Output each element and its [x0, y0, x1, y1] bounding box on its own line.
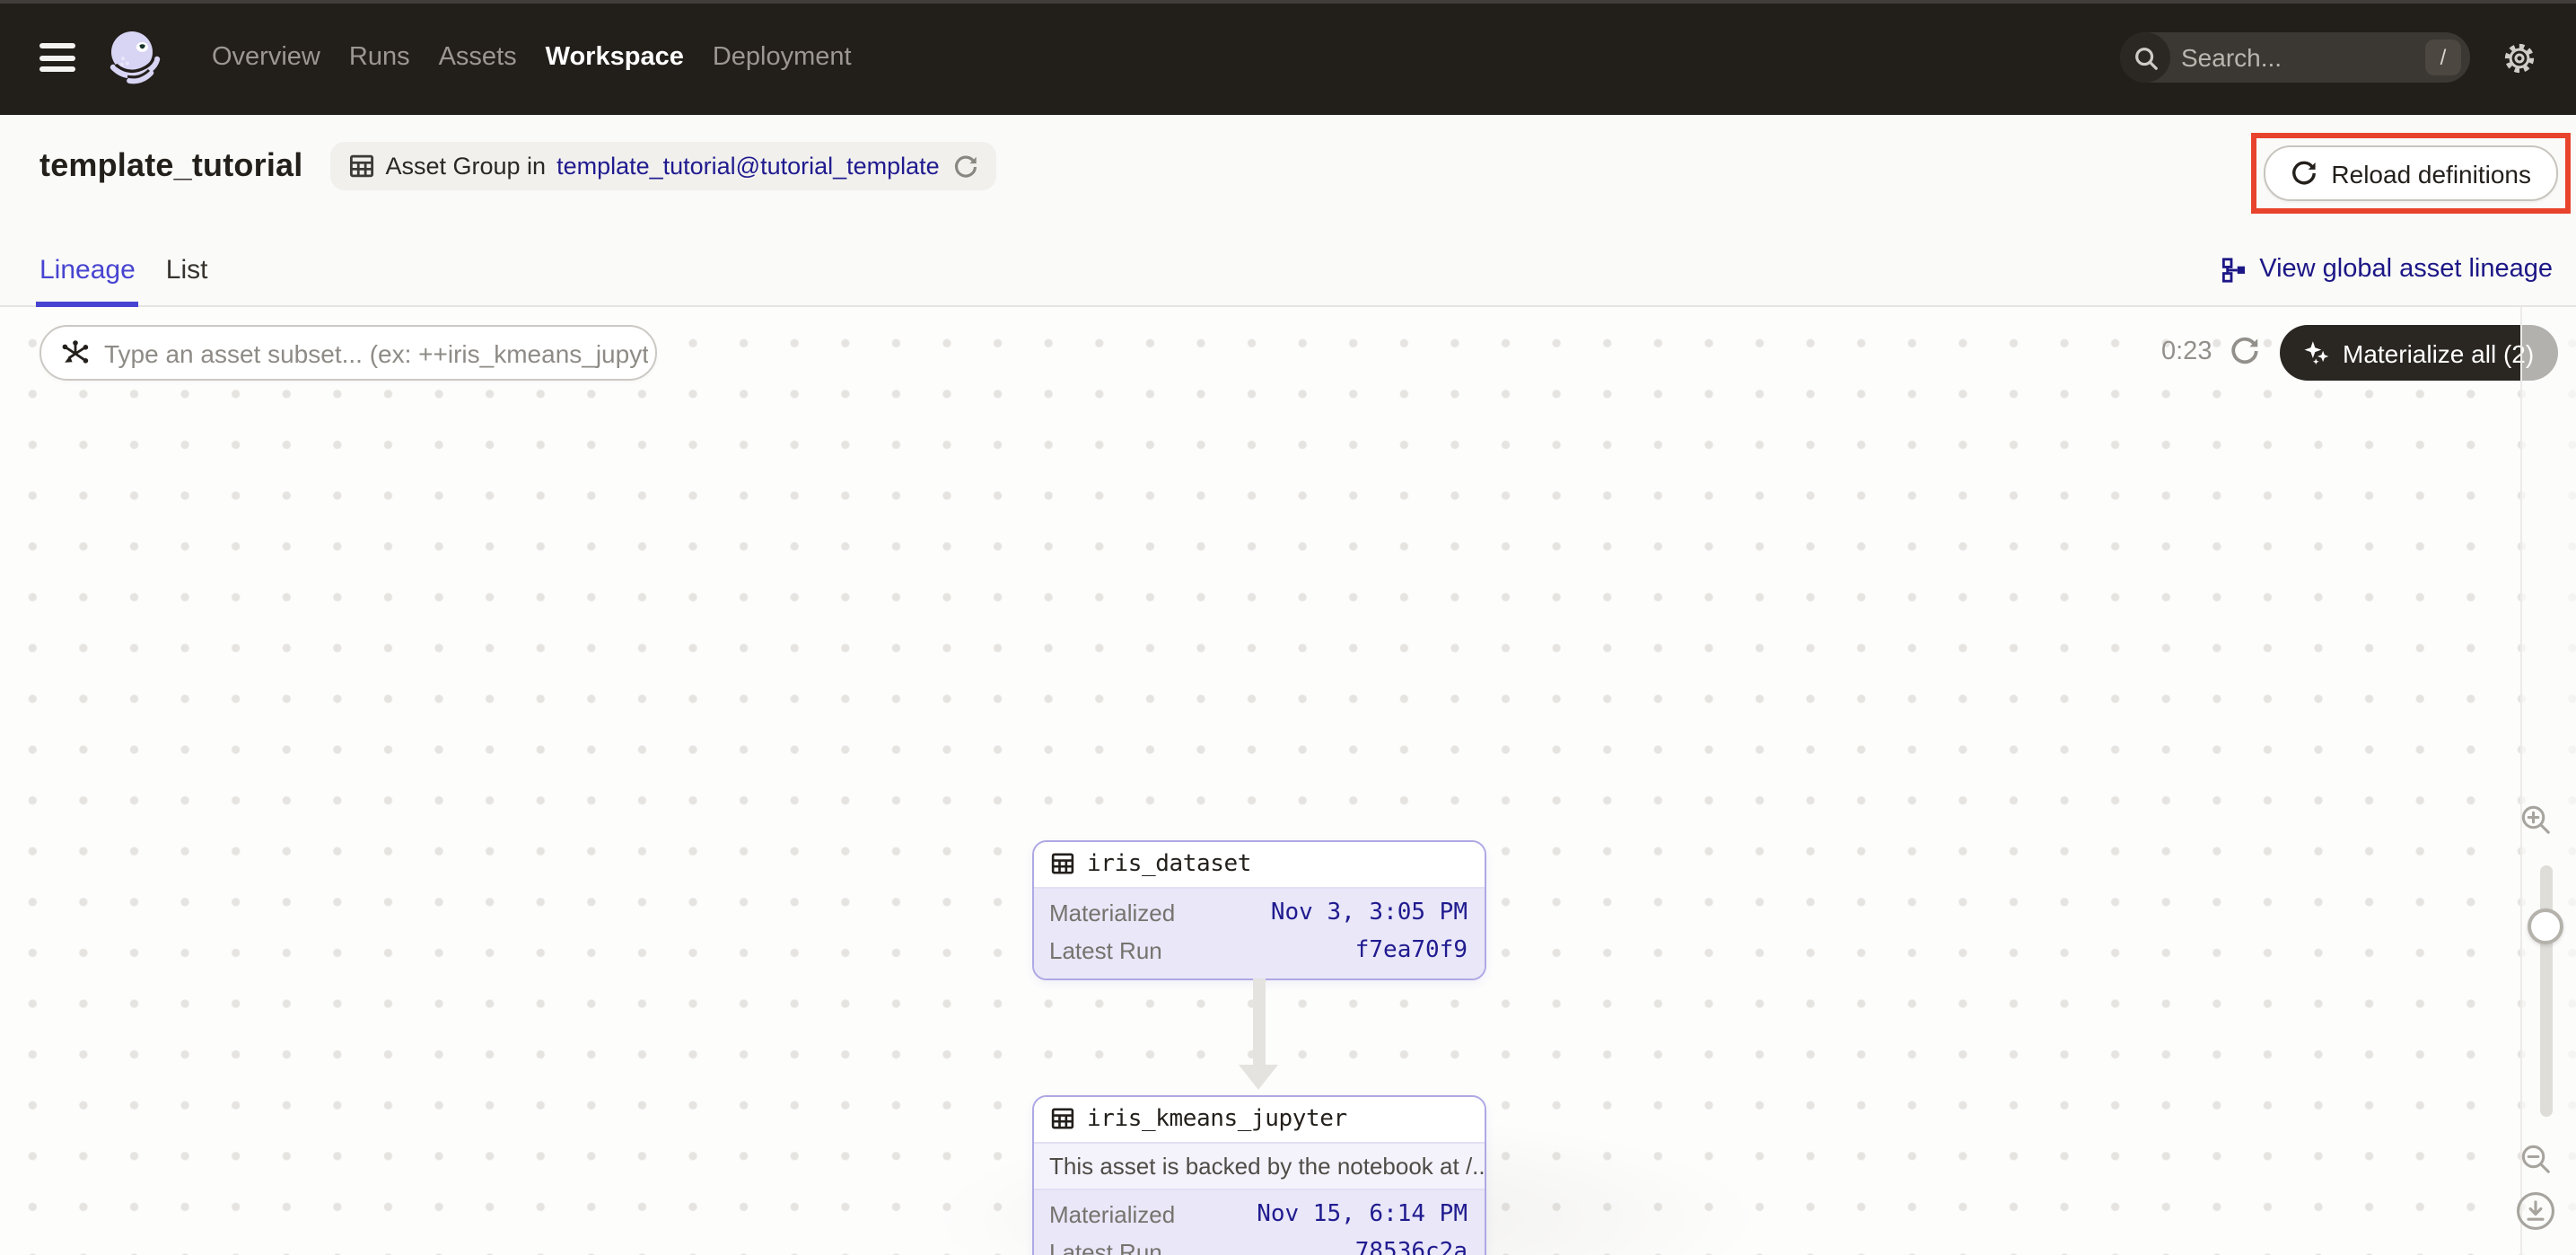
refresh-icon[interactable]	[2230, 336, 2260, 368]
page-title: template_tutorial	[39, 147, 302, 185]
materialize-all-button[interactable]: Materialize all (2)	[2280, 325, 2557, 381]
refresh-timer: 0:23	[2161, 338, 2212, 366]
node-row-materialized: Materialized Nov 15, 6:14 PM	[1049, 1195, 1468, 1233]
download-icon[interactable]	[2515, 1190, 2556, 1232]
nav-item-assets[interactable]: Assets	[439, 43, 517, 72]
asset-subset-filter[interactable]	[39, 325, 657, 381]
materialized-timestamp-link[interactable]: Nov 3, 3:05 PM	[1271, 893, 1468, 931]
gear-icon[interactable]	[2502, 40, 2537, 75]
badge-reload-icon[interactable]	[954, 154, 979, 179]
row-label: Materialized	[1049, 893, 1175, 931]
zoom-slider-knob[interactable]	[2528, 908, 2563, 944]
asset-node-iris-kmeans-jupyter[interactable]: iris_kmeans_jupyter This asset is backed…	[1031, 1094, 1485, 1255]
tab-bar: Lineage List View global asset lineage	[0, 233, 2576, 307]
search-shortcut-key: /	[2425, 39, 2461, 75]
nav-item-deployment[interactable]: Deployment	[713, 43, 852, 72]
annotation-highlight-box: Reload definitions	[2250, 133, 2571, 214]
materialize-all-label: Materialize all (2)	[2343, 338, 2534, 367]
nav-item-overview[interactable]: Overview	[212, 43, 320, 72]
search-input[interactable]	[2170, 43, 2425, 72]
node-row-materialized: Materialized Nov 3, 3:05 PM	[1049, 893, 1468, 931]
lineage-edge-arrow	[1239, 979, 1278, 1090]
search-icon	[2120, 32, 2170, 83]
latest-run-link[interactable]: 78536c2a	[1355, 1233, 1468, 1255]
asset-description: This asset is backed by the notebook at …	[1033, 1141, 1484, 1188]
zoom-slider[interactable]	[2539, 865, 2552, 1117]
sparkles-icon	[2303, 339, 2330, 366]
reload-definitions-label: Reload definitions	[2331, 159, 2531, 188]
asset-graph-icon	[61, 338, 90, 367]
primary-nav: Overview Runs Assets Workspace Deploymen…	[212, 43, 852, 72]
asset-node-iris-dataset[interactable]: iris_dataset Materialized Nov 3, 3:05 PM…	[1031, 839, 1485, 979]
asset-group-prefix: Asset Group in	[385, 153, 546, 180]
asset-group-icon	[347, 153, 374, 180]
reload-icon	[2290, 160, 2317, 187]
tab-lineage[interactable]: Lineage	[39, 233, 136, 305]
table-icon	[1049, 851, 1074, 876]
dagster-logo-icon[interactable]	[104, 27, 165, 88]
tab-list[interactable]: List	[166, 233, 208, 305]
search-box[interactable]: /	[2120, 32, 2470, 83]
top-nav: Overview Runs Assets Workspace Deploymen…	[0, 0, 2576, 115]
node-row-latest-run: Latest Run f7ea70f9	[1049, 931, 1468, 969]
view-global-asset-lineage-link[interactable]: View global asset lineage	[2220, 255, 2553, 284]
nav-item-workspace[interactable]: Workspace	[546, 43, 684, 72]
node-row-latest-run: Latest Run 78536c2a	[1049, 1233, 1468, 1255]
global-lineage-label: View global asset lineage	[2259, 255, 2553, 284]
menu-icon[interactable]	[39, 37, 75, 78]
latest-run-link[interactable]: f7ea70f9	[1355, 931, 1468, 969]
dagster-app: Overview Runs Assets Workspace Deploymen…	[0, 0, 2576, 1255]
page-header: template_tutorial Asset Group in templat…	[0, 115, 2576, 233]
row-label: Latest Run	[1049, 931, 1162, 969]
asset-subset-input[interactable]	[90, 338, 648, 367]
asset-node-title: iris_kmeans_jupyter	[1087, 1105, 1347, 1132]
asset-group-location-link[interactable]: template_tutorial@tutorial_template	[556, 153, 940, 180]
materialized-timestamp-link[interactable]: Nov 15, 6:14 PM	[1257, 1195, 1468, 1233]
row-label: Materialized	[1049, 1195, 1175, 1233]
asset-group-badge: Asset Group in template_tutorial@tutoria…	[329, 142, 996, 190]
reload-definitions-button[interactable]: Reload definitions	[2263, 145, 2558, 201]
global-lineage-icon	[2220, 256, 2247, 283]
zoom-in-icon[interactable]	[2519, 803, 2553, 837]
zoom-out-icon[interactable]	[2519, 1142, 2553, 1176]
nav-item-runs[interactable]: Runs	[349, 43, 410, 72]
row-label: Latest Run	[1049, 1233, 1162, 1255]
lineage-canvas[interactable]: 0:23 Materialize all (2) iris_dataset Ma…	[0, 307, 2576, 1255]
asset-node-title: iris_dataset	[1087, 850, 1251, 877]
table-icon	[1049, 1106, 1074, 1131]
